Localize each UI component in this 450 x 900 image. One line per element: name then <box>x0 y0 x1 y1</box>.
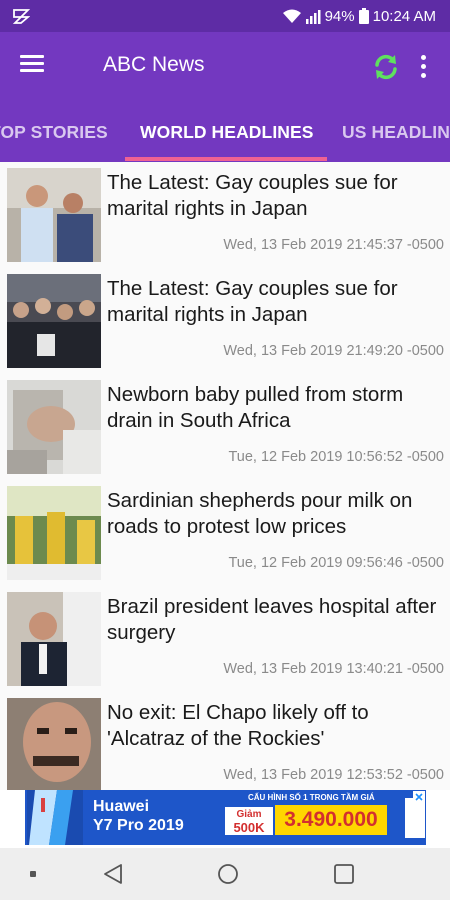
article-date: Wed, 13 Feb 2019 21:49:20 -0500 <box>223 343 444 359</box>
ad-brand-line1: Huawei <box>93 798 150 815</box>
article-date: Tue, 12 Feb 2019 09:56:46 -0500 <box>228 555 444 571</box>
list-item[interactable]: Newborn baby pulled from storm drain in … <box>0 376 450 482</box>
signal-icon <box>305 9 321 24</box>
notification-icon <box>12 9 30 24</box>
article-date: Wed, 13 Feb 2019 12:53:52 -0500 <box>223 767 444 783</box>
list-item[interactable]: The Latest: Gay couples sue for marital … <box>0 164 450 270</box>
ad-brand: Huawei Y7 Pro 2019 <box>93 797 184 835</box>
navigation-bar <box>0 848 450 900</box>
battery-icon <box>358 8 369 24</box>
list-item[interactable]: No exit: El Chapo likely off to 'Alcatra… <box>0 694 450 790</box>
article-headline: The Latest: Gay couples sue for marital … <box>107 171 398 220</box>
article-thumbnail <box>7 168 101 262</box>
menu-icon[interactable] <box>20 52 50 80</box>
tab-indicator <box>125 157 327 161</box>
indicator-dot-icon <box>30 871 36 877</box>
phone-image <box>27 790 83 845</box>
article-headline: Brazil president leaves hospital after s… <box>107 595 437 644</box>
wifi-icon <box>282 9 301 23</box>
article-thumbnail <box>7 486 101 580</box>
article-thumbnail <box>7 380 101 474</box>
ad-brand-line2: Y7 Pro 2019 <box>93 817 184 834</box>
adchoices-icon[interactable] <box>413 791 425 803</box>
recents-icon[interactable] <box>333 863 355 885</box>
tab-world-headlines[interactable]: WORLD HEADLINES <box>140 122 314 143</box>
article-date: Wed, 13 Feb 2019 13:40:21 -0500 <box>223 661 444 677</box>
list-item[interactable]: The Latest: Gay couples sue for marital … <box>0 270 450 376</box>
article-headline: The Latest: Gay couples sue for marital … <box>107 277 398 326</box>
home-icon[interactable] <box>217 863 239 885</box>
refresh-icon[interactable] <box>371 52 401 82</box>
article-thumbnail <box>7 274 101 368</box>
battery-percentage: 94% <box>324 7 355 25</box>
ad-badge-line2: 500K <box>233 820 265 835</box>
tab-top-stories[interactable]: TOP STORIES <box>0 122 108 143</box>
ad-discount-badge: Giảm 500K <box>225 807 273 835</box>
ad-banner[interactable]: Huawei Y7 Pro 2019 CẤU HÌNH SỐ 1 TRONG T… <box>25 790 426 845</box>
article-thumbnail <box>7 592 101 686</box>
ad-tagline: CẤU HÌNH SỐ 1 TRONG TẦM GIÁ <box>248 793 375 802</box>
app-title: ABC News <box>103 53 205 76</box>
list-item[interactable]: Brazil president leaves hospital after s… <box>0 588 450 694</box>
more-vertical-icon[interactable] <box>415 52 431 82</box>
store-logo <box>405 798 425 838</box>
article-list[interactable]: The Latest: Gay couples sue for marital … <box>0 162 450 790</box>
article-thumbnail <box>7 698 101 790</box>
status-bar: 94% 10:24 AM <box>0 0 450 32</box>
clock: 10:24 AM <box>372 7 436 25</box>
tab-bar: TOP STORIES WORLD HEADLINES US HEADLIN <box>0 100 450 162</box>
article-date: Wed, 13 Feb 2019 21:45:37 -0500 <box>223 237 444 253</box>
article-headline: Sardinian shepherds pour milk on roads t… <box>107 489 413 538</box>
ad-price: 3.490.000 <box>275 805 387 835</box>
article-headline: Newborn baby pulled from storm drain in … <box>107 383 404 432</box>
article-date: Tue, 12 Feb 2019 10:56:52 -0500 <box>228 449 444 465</box>
app-bar: ABC News <box>0 32 450 100</box>
list-item[interactable]: Sardinian shepherds pour milk on roads t… <box>0 482 450 588</box>
article-headline: No exit: El Chapo likely off to 'Alcatra… <box>107 701 369 750</box>
tab-us-headlines[interactable]: US HEADLIN <box>342 122 450 143</box>
back-icon[interactable] <box>102 863 124 885</box>
